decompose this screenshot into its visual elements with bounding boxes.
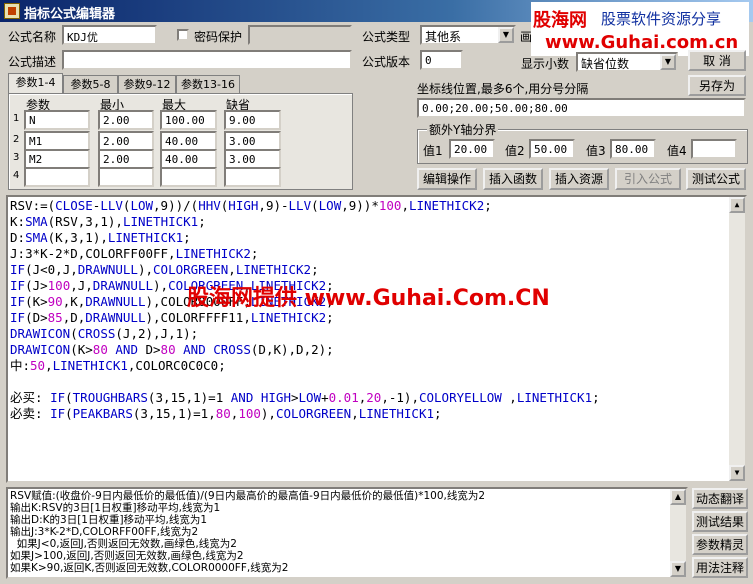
param-default-input[interactable] — [224, 167, 281, 187]
param-name-input[interactable]: N — [24, 110, 90, 130]
param-max-input[interactable]: 40.00 — [160, 131, 217, 151]
display-label: 显示小数 — [521, 57, 570, 71]
watermark-brand: 股海网 — [533, 10, 587, 31]
param-max-input[interactable]: 40.00 — [160, 149, 217, 169]
output-line: 输出K:RSV的3日[1日权重]移动平均,线宽为1 — [10, 502, 221, 514]
output-line: 输出D:K的3日[1日权重]移动平均,线宽为1 — [10, 514, 208, 526]
yaxis-v1-input[interactable]: 20.00 — [449, 139, 495, 159]
param-row-index: 3 — [13, 152, 20, 163]
dynamic-translate-button[interactable]: 动态翻译 — [692, 488, 748, 509]
yaxis-v1-label: 值1 — [423, 144, 443, 158]
param-name-input[interactable]: M2 — [24, 149, 90, 169]
yaxis-v4-label: 值4 — [667, 144, 687, 158]
test-formula-button[interactable]: 测试公式 — [686, 168, 746, 190]
cancel-button[interactable]: 取 消 — [688, 50, 746, 71]
type-select-value: 其他系 — [425, 30, 462, 44]
param-name-input[interactable] — [24, 167, 90, 187]
insert-function-button[interactable]: 插入函数 — [483, 168, 543, 190]
code-line: J:3*K-2*D,COLORFF00FF,LINETHICK2; — [10, 246, 259, 261]
code-line: IF(D>85,D,DRAWNULL),COLORFFFF11,LINETHIC… — [10, 310, 334, 325]
watermark-logo: 股海网 股票软件资源分享 www.Guhai.com.cn — [531, 2, 749, 56]
version-input[interactable]: 0 — [420, 50, 463, 70]
scroll-down-icon[interactable]: ▼ — [670, 561, 686, 577]
type-select[interactable]: 其他系 ▼ — [420, 25, 516, 45]
param-min-input[interactable]: 2.00 — [98, 110, 154, 130]
test-result-button[interactable]: 测试结果 — [692, 511, 748, 532]
code-line: K:SMA(RSV,3,1),LINETHICK1; — [10, 214, 206, 229]
output-line: RSV赋值:(收盘价-9日内最低价的最低值)/(9日内最高价的最高值-9日内最低… — [10, 490, 486, 502]
draw-label: 画 — [520, 30, 533, 44]
tab-params-9-12[interactable]: 参数9-12 — [118, 75, 176, 93]
version-label: 公式版本 — [362, 55, 411, 69]
app-icon — [4, 3, 20, 19]
scroll-down-icon[interactable]: ▼ — [729, 465, 745, 481]
param-default-input[interactable]: 3.00 — [224, 149, 281, 169]
output-scrollbar[interactable]: ▲ ▼ — [670, 489, 686, 577]
code-line: DRAWICON(K>80 AND D>80 AND CROSS(D,K),D,… — [10, 342, 334, 357]
display-select[interactable]: 缺省位数 ▼ — [576, 52, 678, 72]
param-min-input[interactable]: 2.00 — [98, 131, 154, 151]
window-title: 指标公式编辑器 — [24, 7, 116, 22]
code-line: 必卖: IF(PEAKBARS(3,15,1)=1,80,100),COLORG… — [10, 406, 442, 421]
coord-input[interactable]: 0.00;20.00;50.00;80.00 — [417, 98, 746, 118]
tab-params-5-8[interactable]: 参数5-8 — [63, 75, 118, 93]
param-min-input[interactable] — [98, 167, 154, 187]
type-label: 公式类型 — [362, 30, 411, 44]
editor-scrollbar[interactable]: ▲ ▼ — [729, 197, 745, 481]
scroll-up-icon[interactable]: ▲ — [729, 197, 745, 213]
param-row-index: 4 — [13, 170, 20, 181]
param-max-input[interactable]: 100.00 — [160, 110, 217, 130]
name-input[interactable]: KDJ优 — [62, 25, 157, 45]
chevron-down-icon[interactable]: ▼ — [660, 54, 676, 70]
param-row-index: 2 — [13, 134, 20, 145]
yaxis-v2-input[interactable]: 50.00 — [529, 139, 575, 159]
param-wizard-button[interactable]: 参数精灵 — [692, 534, 748, 555]
yaxis-label: 额外Y轴分界 — [427, 121, 499, 138]
coord-label: 坐标线位置,最多6个,用分号分隔 — [417, 82, 589, 96]
desc-label: 公式描述 — [8, 55, 57, 69]
param-min-input[interactable]: 2.00 — [98, 149, 154, 169]
output-line: 输出J:3*K-2*D,COLORFF00FF,线宽为2 — [10, 526, 199, 538]
output-line: 如果K>90,返回K,否则返回无效数,COLOR0000FF,线宽为2 — [10, 562, 289, 574]
import-formula-button[interactable]: 引入公式 — [615, 168, 681, 190]
tab-params-1-4[interactable]: 参数1-4 — [8, 73, 63, 93]
yaxis-v3-input[interactable]: 80.00 — [610, 139, 656, 159]
save-as-button[interactable]: 另存为 — [688, 75, 746, 96]
scroll-up-icon[interactable]: ▲ — [670, 489, 686, 505]
desc-input[interactable] — [62, 50, 352, 70]
display-select-value: 缺省位数 — [581, 57, 630, 71]
yaxis-v4-input[interactable] — [691, 139, 737, 159]
code-line: D:SMA(K,3,1),LINETHICK1; — [10, 230, 191, 245]
watermark-center: 股海网提供 www.Guhai.Com.CN — [187, 286, 550, 311]
insert-resource-button[interactable]: 插入资源 — [549, 168, 609, 190]
translation-output: RSV赋值:(收盘价-9日内最低价的最低值)/(9日内最高价的最高值-9日内最低… — [6, 487, 688, 579]
code-line: 必买: IF(TROUGHBARS(3,15,1)=1 AND HIGH>LOW… — [10, 390, 600, 405]
code-line: IF(J<0,J,DRAWNULL),COLORGREEN,LINETHICK2… — [10, 262, 319, 277]
chevron-down-icon[interactable]: ▼ — [498, 27, 514, 43]
password-label: 密码保护 — [194, 30, 243, 44]
param-default-input[interactable]: 3.00 — [224, 131, 281, 151]
output-line: 如果J<0,返回J,否则返回无效数,画绿色,线宽为2 — [10, 538, 237, 550]
watermark-slogan: 股票软件资源分享 — [601, 10, 722, 28]
output-line: 如果J>100,返回J,否则返回无效数,画绿色,线宽为2 — [10, 550, 244, 562]
yaxis-v3-label: 值3 — [586, 144, 606, 158]
name-label: 公式名称 — [8, 30, 57, 44]
param-row-index: 1 — [13, 113, 20, 124]
edit-op-button[interactable]: 编辑操作 — [417, 168, 477, 190]
password-checkbox[interactable] — [177, 29, 189, 41]
param-name-input[interactable]: M1 — [24, 131, 90, 151]
param-max-input[interactable] — [160, 167, 217, 187]
yaxis-v2-label: 值2 — [505, 144, 525, 158]
tab-params-13-16[interactable]: 参数13-16 — [176, 75, 240, 93]
usage-notes-button[interactable]: 用法注释 — [692, 557, 748, 578]
code-line: RSV:=(CLOSE-LLV(LOW,9))/(HHV(HIGH,9)-LLV… — [10, 198, 492, 213]
password-input[interactable] — [248, 25, 352, 45]
code-line: 中:50,LINETHICK1,COLORC0C0C0; — [10, 358, 226, 373]
code-line: DRAWICON(CROSS(J,2),J,1); — [10, 326, 199, 341]
formula-editor[interactable]: RSV:=(CLOSE-LLV(LOW,9))/(HHV(HIGH,9)-LLV… — [6, 195, 747, 483]
param-default-input[interactable]: 9.00 — [224, 110, 281, 130]
